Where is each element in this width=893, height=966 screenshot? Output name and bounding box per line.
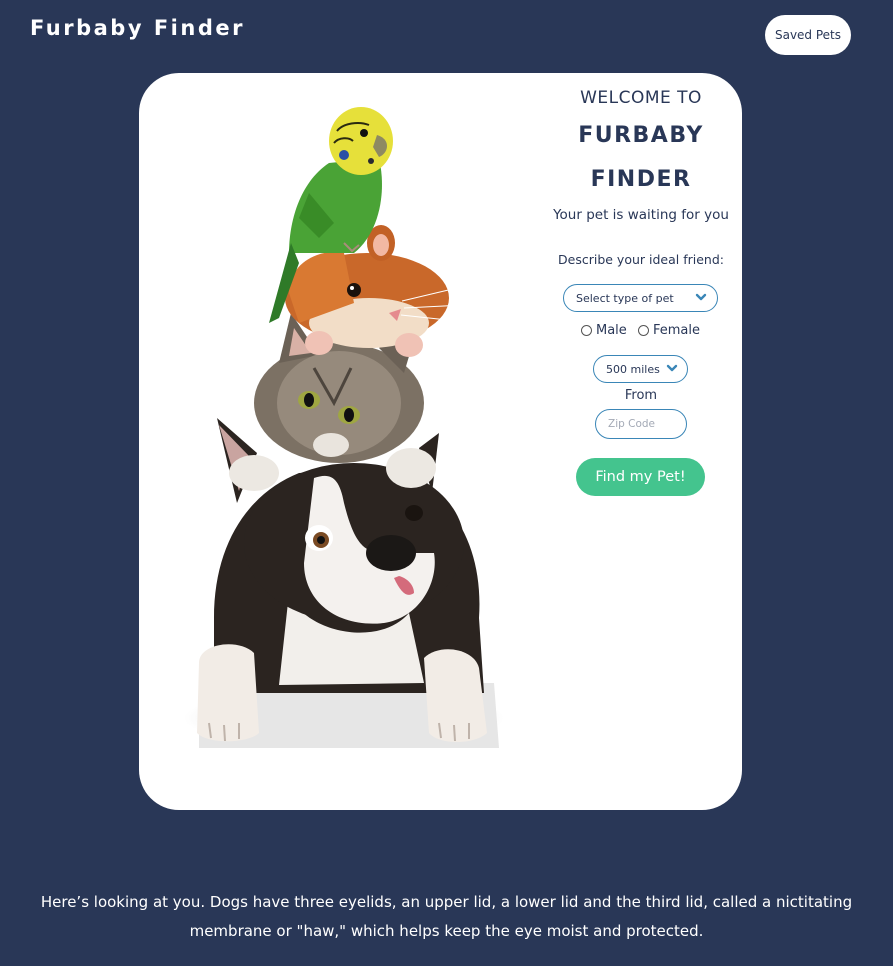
chevron-down-icon — [695, 293, 707, 301]
female-label: Female — [653, 323, 701, 338]
distance-value: 500 miles — [606, 363, 660, 376]
welcome-card: WELCOME TO FURBABY FINDER Your pet is wa… — [139, 73, 742, 810]
search-form: WELCOME TO FURBABY FINDER Your pet is wa… — [541, 73, 741, 543]
describe-label: Describe your ideal friend: — [558, 252, 724, 267]
pets-stack-image — [184, 107, 504, 748]
from-label: From — [624, 388, 658, 403]
pet-type-select[interactable]: Select type of pet — [563, 284, 718, 312]
zip-code-input[interactable] — [595, 409, 687, 439]
pet-fact: Here’s looking at you. Dogs have three e… — [40, 893, 853, 940]
find-pet-button[interactable]: Find my Pet! — [576, 458, 705, 496]
tagline: Your pet is waiting for you — [553, 207, 729, 223]
app-title: Furbaby Finder — [30, 16, 245, 40]
distance-select[interactable]: 500 miles — [593, 355, 688, 383]
male-radio[interactable] — [581, 325, 592, 336]
pet-type-value: Select type of pet — [576, 292, 674, 305]
brand-title-line2: FINDER — [590, 167, 692, 192]
saved-pets-button[interactable]: Saved Pets — [765, 15, 851, 55]
female-radio[interactable] — [638, 325, 649, 336]
gender-options: Male Female — [541, 323, 741, 341]
male-label: Male — [596, 323, 627, 338]
welcome-heading: WELCOME TO — [580, 88, 702, 108]
chevron-down-icon — [666, 364, 678, 372]
brand-title-line1: FURBABY — [578, 123, 704, 148]
